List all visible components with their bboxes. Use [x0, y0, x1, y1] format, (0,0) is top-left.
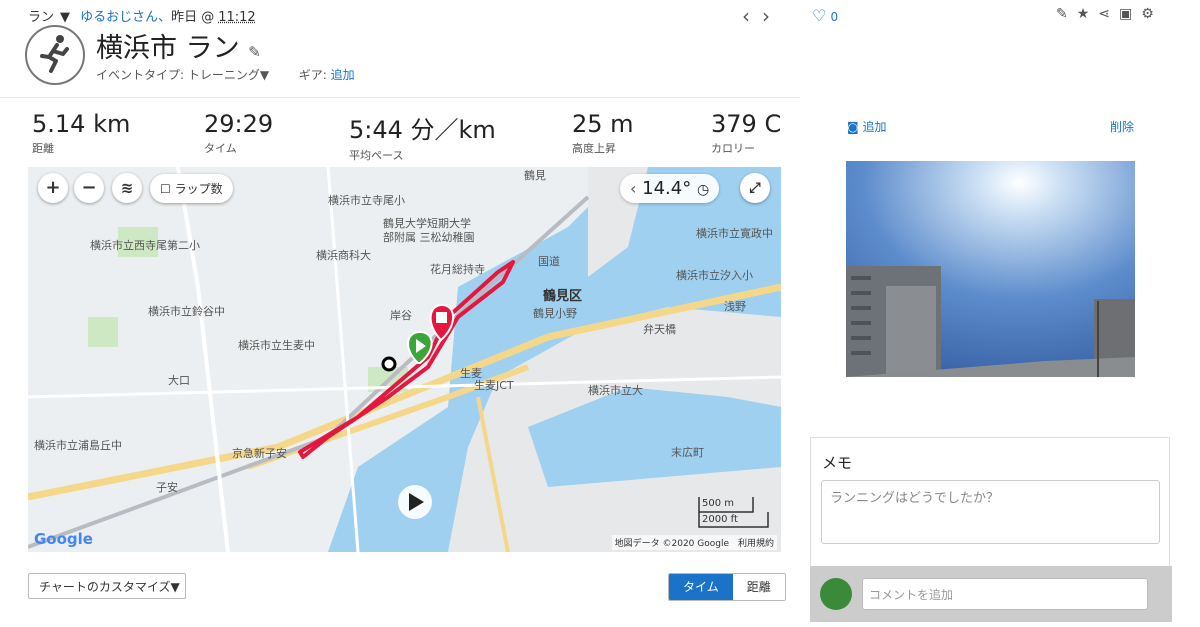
- photo-add-button[interactable]: ◙ 追加: [847, 118, 887, 135]
- comment-bar: コメントを追加: [810, 566, 1172, 622]
- map-label: 横浜市立汐入小: [676, 269, 753, 282]
- map-label: 横浜市立鈴谷中: [148, 305, 225, 318]
- comment-input[interactable]: コメントを追加: [862, 578, 1148, 610]
- divider: [0, 97, 800, 98]
- stat-value: 379 C: [711, 110, 782, 138]
- toggle-time-button[interactable]: タイム: [669, 574, 733, 600]
- lap-toggle[interactable]: ☐ ラップ数: [150, 174, 233, 203]
- map-label: 横浜商科大: [316, 249, 371, 262]
- map-label: 子安: [156, 481, 178, 494]
- map-label: 岸谷: [390, 309, 412, 322]
- next-activity-icon[interactable]: ›: [762, 4, 782, 28]
- google-logo: Google: [34, 530, 93, 548]
- map-label: 浅野: [724, 300, 746, 313]
- map-label: 末広町: [671, 446, 704, 459]
- stat-time: 29:29 タイム: [204, 110, 273, 156]
- map-label: 横浜市立西寺尾第二小: [90, 239, 200, 252]
- edit-icon[interactable]: ✎: [1056, 6, 1077, 22]
- time-label: 11:12: [218, 10, 256, 25]
- fullscreen-icon[interactable]: ⤢: [740, 173, 770, 203]
- stat-label: タイム: [204, 142, 237, 155]
- event-type-select[interactable]: イベントタイプ: トレーニング▼: [96, 68, 269, 82]
- clock-icon: ◷: [696, 182, 710, 198]
- stat-label: 高度上昇: [572, 142, 616, 155]
- photo-add-label: 追加: [862, 120, 887, 134]
- gear-add-link[interactable]: 追加: [331, 68, 355, 82]
- stat-value: 29:29: [204, 110, 274, 138]
- route-map[interactable]: + − ≋ ☐ ラップ数 ‹ 14.4° ◷ ⤢ 鶴見区 横浜市立寺尾小 鶴見大…: [28, 167, 781, 552]
- activity-nav: ‹›: [742, 4, 782, 28]
- like-count: 0: [830, 10, 839, 24]
- map-label: 花月総持寺: [430, 263, 485, 276]
- share-icon[interactable]: ⋖: [1098, 6, 1119, 22]
- temperature: 14.4°: [642, 178, 692, 199]
- zoom-out-button[interactable]: −: [74, 173, 104, 203]
- stat-value: 5:44 分／km: [349, 116, 496, 144]
- chevron-left-icon[interactable]: ‹: [630, 179, 636, 198]
- lock-icon[interactable]: ▣: [1119, 6, 1141, 22]
- stat-value: 5.14 km: [32, 110, 131, 138]
- event-gear-line: イベントタイプ: トレーニング▼ ギア: 追加: [96, 66, 355, 83]
- stat-pace: 5:44 分／km 平均ペース: [349, 110, 496, 163]
- avatar: [820, 578, 852, 610]
- map-label: 横浜市立大: [588, 384, 643, 397]
- chart-customize-button[interactable]: チャートのカスタマイズ▼: [28, 573, 186, 599]
- map-label: 横浜市立生麦中: [238, 339, 315, 352]
- stat-elevation: 25 m 高度上昇: [572, 110, 634, 156]
- prev-activity-icon[interactable]: ‹: [742, 4, 762, 28]
- activity-title[interactable]: 横浜市 ラン ✎: [96, 26, 261, 65]
- map-label: 大口: [168, 374, 190, 387]
- stat-label: 平均ペース: [349, 149, 404, 162]
- memo-input[interactable]: ランニングはどうでしたか？: [821, 480, 1160, 544]
- gear-icon[interactable]: ⚙: [1141, 6, 1163, 22]
- toggle-distance-button[interactable]: 距離: [733, 574, 785, 600]
- owner-link[interactable]: ゆるおじさん、: [80, 10, 171, 25]
- activity-actions: ✎★⋖▣⚙: [1056, 6, 1163, 22]
- edit-title-icon[interactable]: ✎: [248, 43, 261, 61]
- memo-title: メモ: [822, 454, 853, 472]
- map-label: 横浜市立寛政中: [696, 227, 773, 240]
- gear-label: ギア:: [298, 68, 327, 82]
- stat-label: 距離: [32, 142, 54, 155]
- map-label: 鶴見: [524, 169, 546, 182]
- map-attribution[interactable]: 地図データ ©2020 Google 利用規約: [611, 535, 777, 550]
- activity-title-text: 横浜市 ラン: [96, 33, 240, 64]
- date-label: 昨日: [171, 10, 198, 25]
- activity-type-dropdown-icon[interactable]: ▼: [60, 10, 70, 25]
- running-icon: [25, 25, 85, 85]
- breadcrumb: ラン ▼ ゆるおじさん、昨日 @11:12: [28, 6, 262, 25]
- zoom-in-button[interactable]: +: [38, 173, 68, 203]
- map-label: 生麦JCT: [474, 379, 514, 392]
- memo-panel: メモ ランニングはどうでしたか？: [810, 437, 1170, 567]
- lap-label: ラップ数: [174, 182, 223, 196]
- star-icon[interactable]: ★: [1077, 6, 1099, 22]
- stat-calories: 379 C カロリー: [711, 110, 781, 156]
- map-label: 京急新子安: [232, 447, 287, 460]
- chart-axis-toggle: タイム 距離: [668, 573, 786, 601]
- map-district-label: 鶴見区: [543, 289, 583, 304]
- like-area[interactable]: ♡ 0: [812, 6, 838, 25]
- stat-distance: 5.14 km 距離: [32, 110, 130, 156]
- scale-meters: 500 m: [702, 498, 735, 509]
- activity-photo[interactable]: [846, 161, 1135, 377]
- heart-icon[interactable]: ♡: [812, 6, 826, 25]
- map-label: 部附属 三松幼稚園: [383, 231, 475, 244]
- weather-box: ‹ 14.4° ◷: [620, 174, 720, 203]
- stat-label: カロリー: [711, 142, 755, 155]
- map-label: 横浜市立浦島丘中: [34, 439, 122, 452]
- map-label: 横浜市立寺尾小: [328, 194, 405, 207]
- lap-checkbox[interactable]: ☐: [160, 182, 171, 196]
- camera-icon: ◙: [847, 120, 859, 134]
- activity-type-link[interactable]: ラン: [28, 10, 54, 25]
- map-label: 弁天橋: [643, 323, 676, 336]
- stat-value: 25 m: [572, 110, 634, 138]
- layers-icon[interactable]: ≋: [112, 173, 142, 203]
- at-label: @: [201, 10, 215, 25]
- map-label: 鶴見小野: [533, 307, 577, 320]
- photo-delete-button[interactable]: 削除: [1110, 118, 1134, 135]
- scale-feet: 2000 ft: [702, 514, 738, 525]
- map-label: 国道: [538, 255, 560, 268]
